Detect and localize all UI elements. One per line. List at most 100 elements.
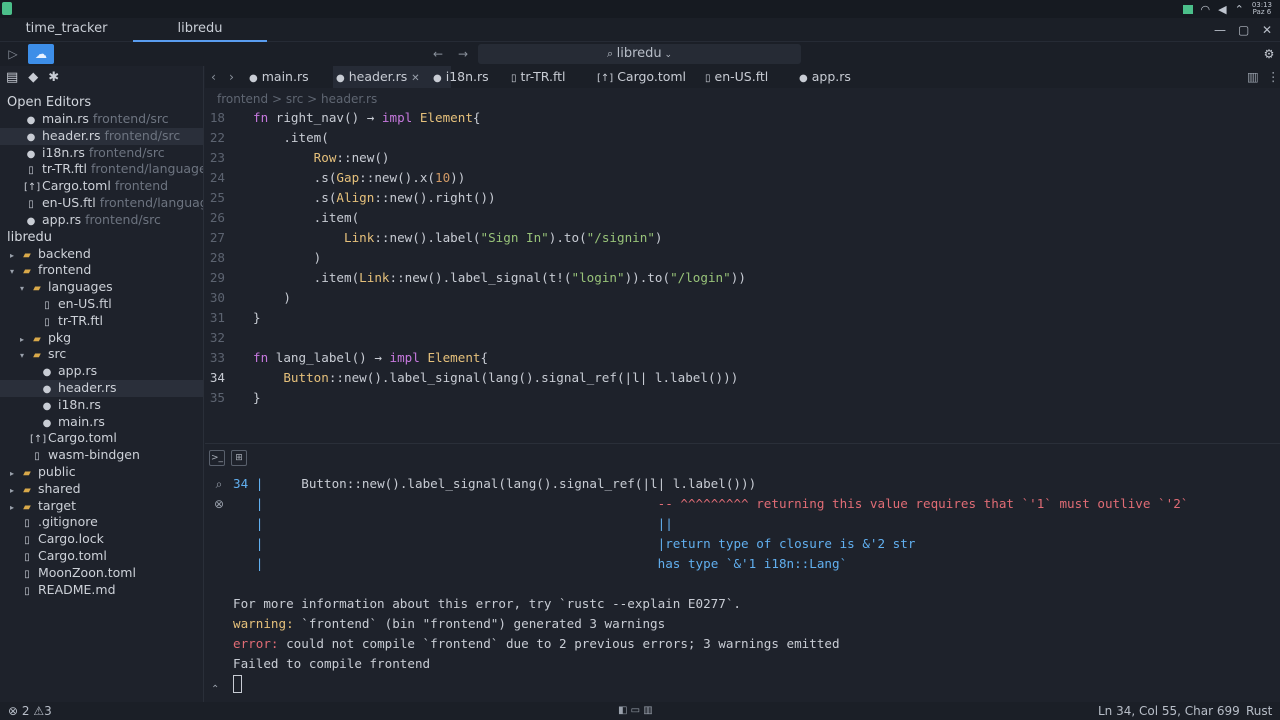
- tree-item[interactable]: ▯ MoonZoon.toml: [0, 565, 203, 582]
- split-editor-icon[interactable]: ▥: [1247, 66, 1259, 88]
- code-text: fn lang_label() → impl Element{: [253, 350, 489, 365]
- tree-item[interactable]: ▸ ▰ backend: [0, 246, 203, 263]
- tree-item[interactable]: ▾ ▰ languages: [0, 279, 203, 296]
- minimize-icon[interactable]: —: [1214, 18, 1226, 42]
- code-line[interactable]: 29 .item(Link::new().label_signal(t!("lo…: [205, 268, 1280, 288]
- clock[interactable]: 03:13 Paz 6: [1252, 2, 1272, 16]
- code-line[interactable]: 34 Button::new().label_signal(lang().sig…: [205, 368, 1280, 388]
- tree-item[interactable]: ▸ ▰ target: [0, 498, 203, 515]
- tree-item[interactable]: ● header.rs: [0, 379, 203, 397]
- tree-item[interactable]: ▯ Cargo.lock: [0, 531, 203, 548]
- battery-icon[interactable]: [1182, 4, 1193, 14]
- code-line[interactable]: 27 Link::new().label("Sign In").to("/sig…: [205, 228, 1280, 248]
- code-line[interactable]: 23 Row::new(): [205, 148, 1280, 168]
- cursor-position[interactable]: Ln 34, Col 55, Char 699: [1098, 702, 1240, 720]
- panel-divider[interactable]: [205, 443, 1280, 444]
- editor-tab-app[interactable]: ● app.rs: [799, 66, 869, 88]
- tabs-scroll-left-icon[interactable]: ‹: [211, 66, 216, 88]
- language-mode[interactable]: Rust: [1246, 702, 1272, 720]
- maximize-icon[interactable]: ▢: [1238, 18, 1249, 42]
- tree-item[interactable]: ▯ en-US.ftl: [0, 296, 203, 313]
- editor-tab-main[interactable]: ● main.rs: [247, 66, 333, 88]
- tree-item[interactable]: ▾ ▰ frontend: [0, 262, 203, 279]
- tree-item[interactable]: ▯ .gitignore: [0, 514, 203, 531]
- open-editor-item[interactable]: ● i18n.rs frontend/src: [0, 145, 203, 162]
- app-launcher-icon[interactable]: [2, 2, 12, 15]
- run-icon[interactable]: ▷: [2, 44, 24, 64]
- tree-item[interactable]: ▸ ▰ public: [0, 464, 203, 481]
- tree-item[interactable]: ▾ ▰ src: [0, 346, 203, 363]
- code-line[interactable]: 26 .item(: [205, 208, 1280, 228]
- forward-arrow-icon[interactable]: →: [452, 44, 474, 64]
- editor-tab-en-us[interactable]: ▯ en-US.ftl: [705, 66, 797, 88]
- back-arrow-icon[interactable]: ←: [427, 44, 449, 64]
- breadcrumb[interactable]: frontend > src > header.rs: [217, 90, 377, 108]
- tree-item[interactable]: ● app.rs: [0, 363, 203, 380]
- chevron-right-icon[interactable]: ▸: [10, 466, 20, 481]
- close-tab-icon[interactable]: ✕: [411, 73, 419, 84]
- tree-item[interactable]: [↑] Cargo.toml: [0, 430, 203, 447]
- layout-toggle-icons[interactable]: ◧ ▭ ▥: [618, 702, 653, 720]
- open-editors-title[interactable]: Open Editors: [0, 94, 203, 111]
- open-editor-item[interactable]: ▯ tr-TR.ftl frontend/languages: [0, 161, 203, 178]
- editor-tab-tr-tr[interactable]: ▯ tr-TR.ftl: [511, 66, 599, 88]
- tree-item[interactable]: ▯ tr-TR.ftl: [0, 313, 203, 330]
- code-line[interactable]: 18 fn right_nav() → impl Element{: [205, 108, 1280, 128]
- code-line[interactable]: 32: [205, 328, 1280, 348]
- plugins-icon[interactable]: ✱: [48, 70, 59, 86]
- tree-item[interactable]: ● i18n.rs: [0, 397, 203, 414]
- code-line[interactable]: 35}: [205, 388, 1280, 408]
- search-icon[interactable]: ⌕: [209, 474, 229, 494]
- chevron-right-icon[interactable]: ▸: [10, 248, 20, 263]
- workspace-search[interactable]: ⌕ libredu ⌄: [478, 44, 801, 64]
- terminal-tab-icon[interactable]: >_: [209, 450, 225, 466]
- open-editor-item[interactable]: ▯ en-US.ftl frontend/language: [0, 195, 203, 212]
- open-editor-item[interactable]: [↑] Cargo.toml frontend: [0, 178, 203, 195]
- chevron-down-icon[interactable]: ▾: [20, 348, 30, 363]
- tree-item[interactable]: ▸ ▰ shared: [0, 481, 203, 498]
- more-actions-icon[interactable]: ⋮: [1267, 66, 1280, 88]
- code-line[interactable]: 28 ): [205, 248, 1280, 268]
- workspace-tab-libredu[interactable]: libredu: [133, 18, 267, 42]
- code-editor[interactable]: 18 fn right_nav() → impl Element{22 .item…: [205, 108, 1280, 443]
- new-terminal-icon[interactable]: ⊞: [231, 450, 247, 466]
- open-editor-item[interactable]: ● header.rs frontend/src: [0, 127, 203, 145]
- line-number: 34: [209, 370, 225, 385]
- tree-item[interactable]: ▯ Cargo.toml: [0, 548, 203, 565]
- tree-item[interactable]: ▸ ▰ pkg: [0, 330, 203, 347]
- editor-tab-i18n[interactable]: ● i18n.rs: [433, 66, 509, 88]
- code-line[interactable]: 31}: [205, 308, 1280, 328]
- tabs-scroll-right-icon[interactable]: ›: [229, 66, 234, 88]
- wifi-icon[interactable]: ◠: [1201, 3, 1211, 16]
- terminal-input-cursor[interactable]: [233, 675, 242, 693]
- chevron-down-icon[interactable]: ▾: [10, 264, 20, 279]
- settings-gear-icon[interactable]: ⚙: [1258, 44, 1280, 64]
- code-line[interactable]: 30 ): [205, 288, 1280, 308]
- code-line[interactable]: 22 .item(: [205, 128, 1280, 148]
- code-line[interactable]: 24 .s(Gap::new().x(10)): [205, 168, 1280, 188]
- chevron-down-icon[interactable]: ▾: [20, 281, 30, 296]
- rust-file-icon: ●: [26, 131, 36, 143]
- workspace-tab-time-tracker[interactable]: time_tracker: [0, 18, 133, 42]
- source-control-icon[interactable]: ◆: [28, 70, 38, 86]
- volume-icon[interactable]: ◀: [1218, 3, 1226, 16]
- cloud-icon[interactable]: ☁: [28, 44, 54, 64]
- chevron-right-icon[interactable]: ▸: [10, 483, 20, 498]
- chevron-right-icon[interactable]: ▸: [20, 332, 30, 347]
- close-window-icon[interactable]: ✕: [1262, 18, 1272, 42]
- chevron-up-icon[interactable]: ⌃: [211, 684, 219, 695]
- open-editor-item[interactable]: ● app.rs frontend/src: [0, 212, 203, 229]
- editor-tab-cargo[interactable]: [↑] Cargo.toml: [597, 66, 697, 88]
- project-title[interactable]: libredu: [0, 229, 203, 246]
- problems-indicator[interactable]: ⊗ 2 ⚠3: [8, 702, 52, 720]
- chevron-right-icon[interactable]: ▸: [10, 500, 20, 515]
- clear-icon[interactable]: ⊗: [209, 494, 229, 514]
- tree-item[interactable]: ▯ wasm-bindgen: [0, 447, 203, 464]
- tree-item[interactable]: ▯ README.md: [0, 582, 203, 599]
- code-line[interactable]: 33 fn lang_label() → impl Element{: [205, 348, 1280, 368]
- file-explorer-icon[interactable]: ▤: [6, 70, 18, 86]
- open-editor-item[interactable]: ● main.rs frontend/src: [0, 111, 203, 128]
- code-line[interactable]: 25 .s(Align::new().right()): [205, 188, 1280, 208]
- chevron-up-icon[interactable]: ⌃: [1235, 3, 1244, 16]
- tree-item[interactable]: ● main.rs: [0, 414, 203, 431]
